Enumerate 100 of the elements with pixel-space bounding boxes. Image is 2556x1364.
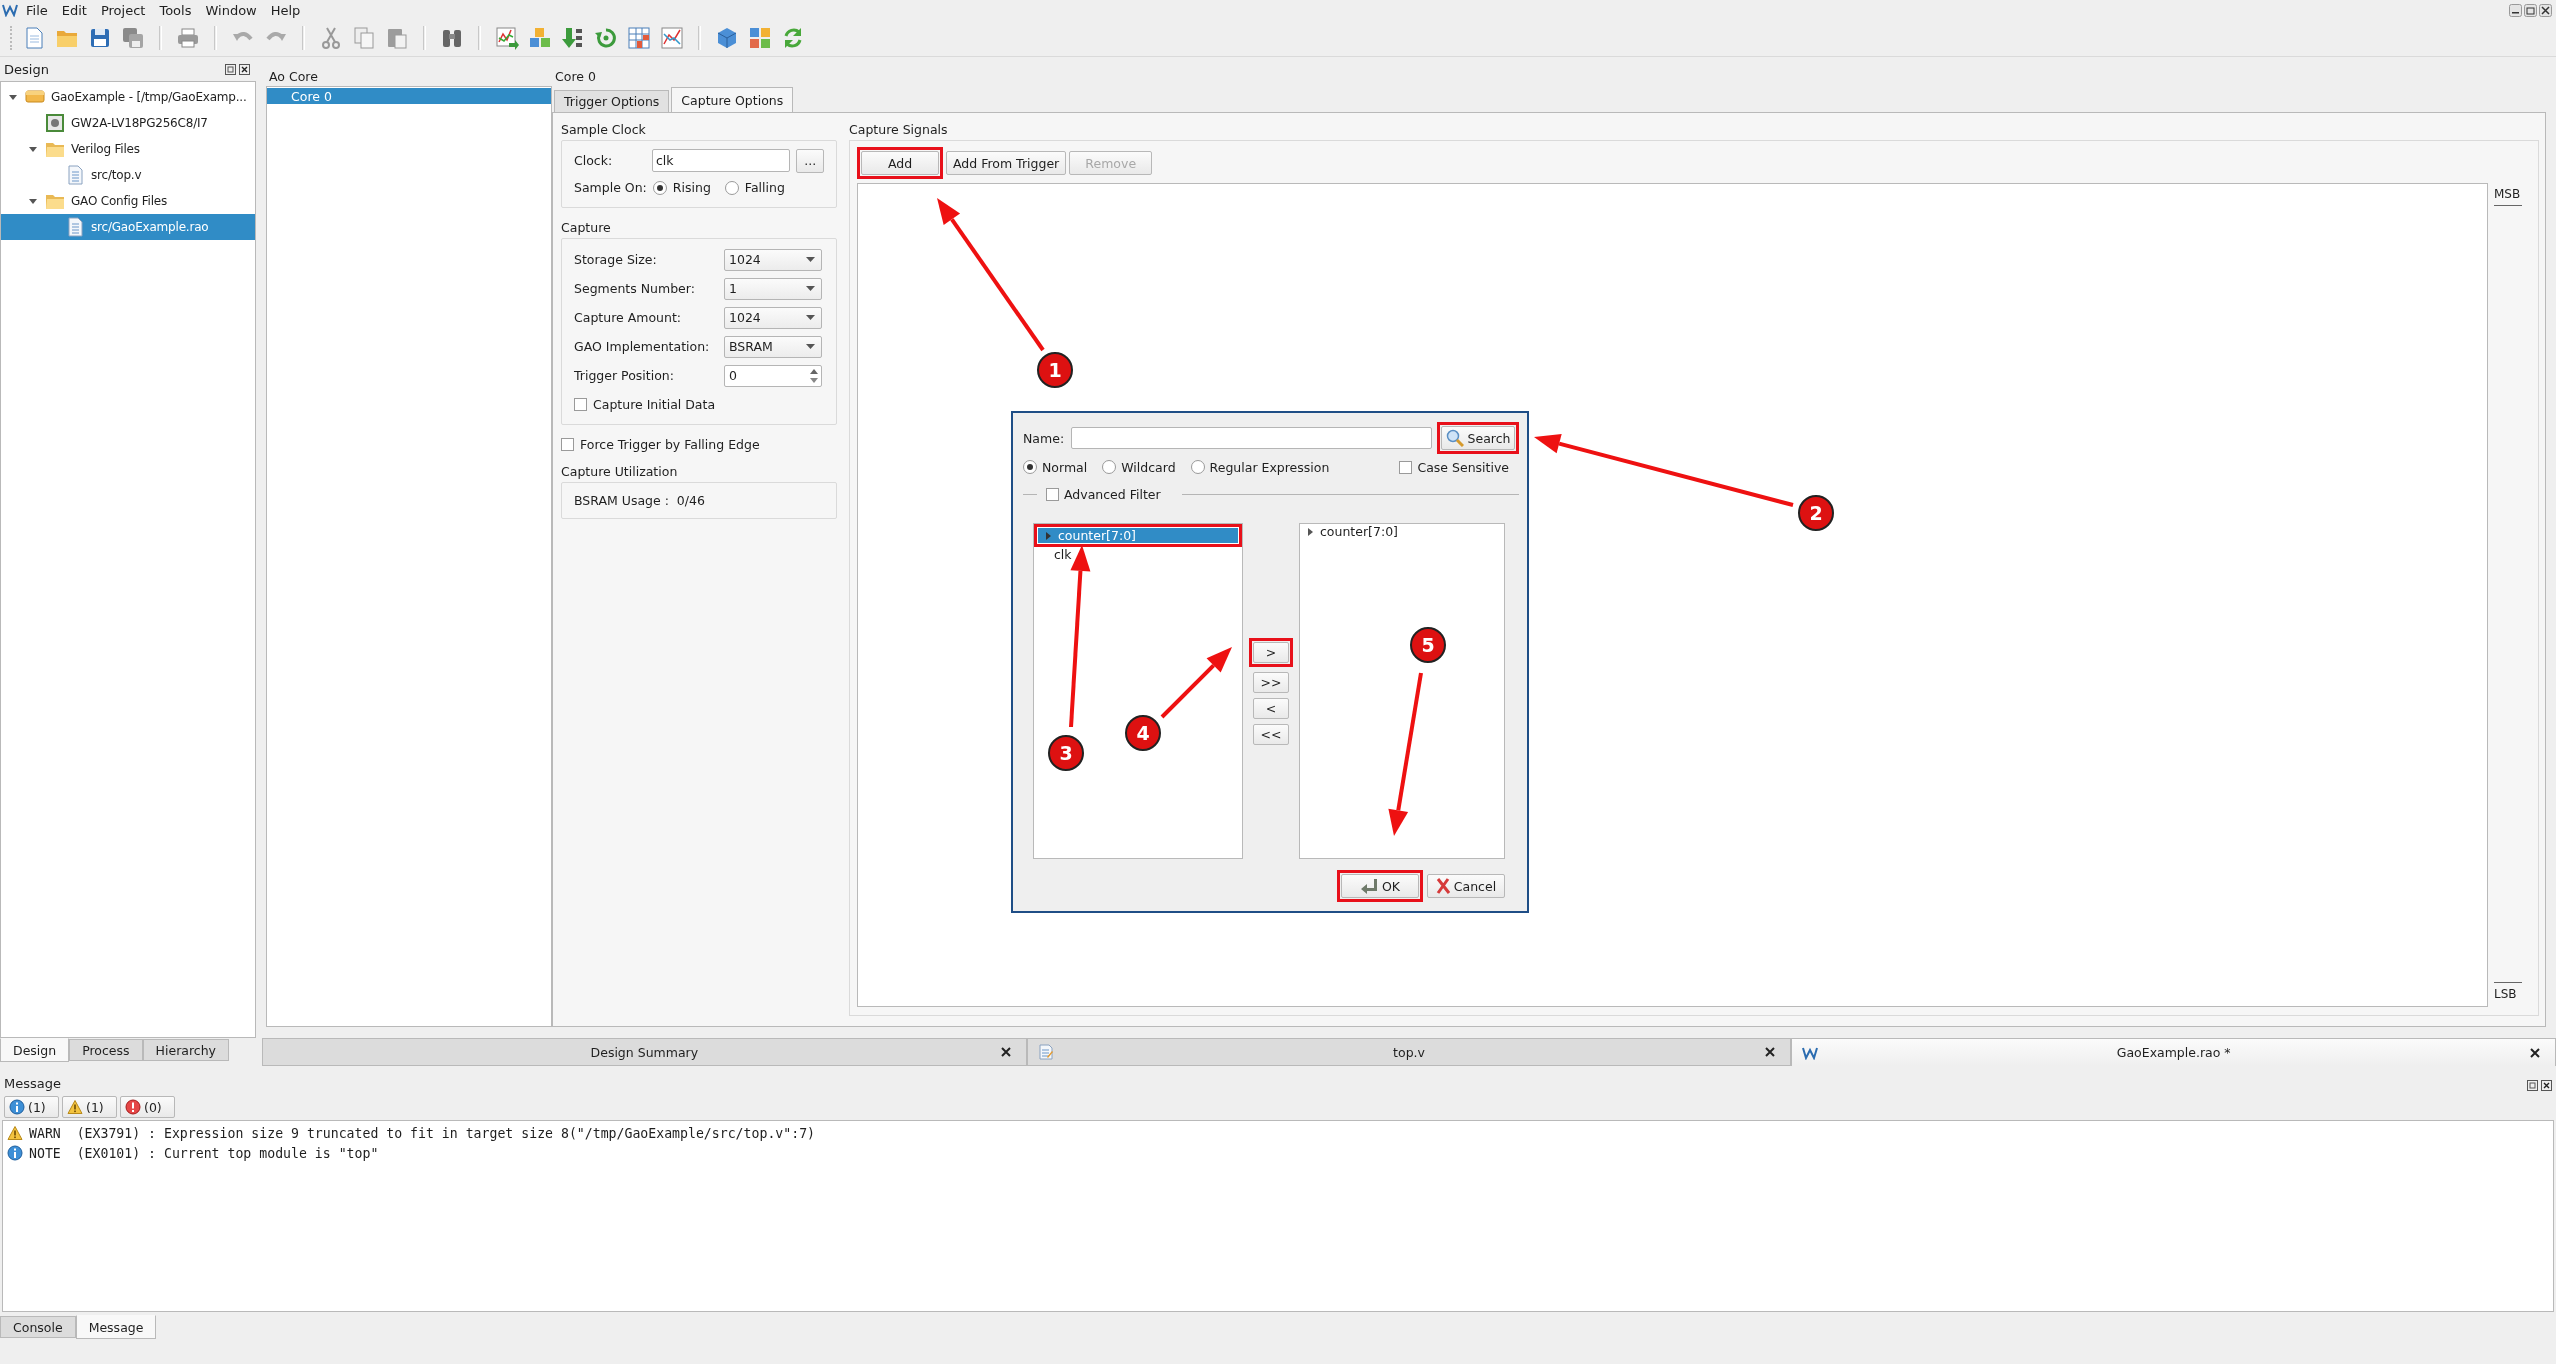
message-text: NOTE (EX0101) : Current top module is "top" — [29, 1145, 379, 1161]
list-item[interactable]: counter[7:0] — [1038, 528, 1238, 543]
tab[interactable]: Design — [0, 1038, 70, 1062]
checkbox[interactable] — [1399, 460, 1413, 474]
loop-icon[interactable] — [594, 26, 618, 50]
expand-caret-icon[interactable] — [1307, 526, 1315, 537]
section-title: Capture — [561, 218, 612, 237]
tree-item[interactable]: Verilog Files — [1, 136, 255, 162]
field-label: Segments Number: — [574, 281, 696, 296]
tab[interactable]: Console — [0, 1316, 76, 1338]
menu-item[interactable]: Edit — [55, 2, 93, 18]
warning-icon — [7, 1125, 23, 1141]
save-icon[interactable] — [88, 26, 112, 50]
text-field[interactable]: clk — [652, 149, 791, 172]
menu-item[interactable]: Tools — [153, 2, 198, 18]
tab[interactable]: Capture Options — [671, 87, 794, 112]
close-icon[interactable] — [2541, 1080, 2552, 1091]
restore-icon[interactable] — [2524, 3, 2537, 17]
cancel-button[interactable]: Cancel — [1427, 874, 1505, 898]
save-all-icon[interactable] — [121, 26, 145, 50]
radio-button[interactable] — [652, 180, 667, 195]
move-button[interactable]: < — [1253, 697, 1289, 719]
field-label: Sample On: — [574, 180, 647, 195]
dropdown[interactable]: 1024 — [724, 306, 822, 329]
paste-icon[interactable] — [385, 26, 409, 50]
caret-icon — [806, 257, 815, 262]
print-icon[interactable] — [176, 26, 200, 50]
tab[interactable]: Trigger Options — [554, 90, 670, 112]
editor-tab[interactable]: GaoExample.rao * — [1791, 1038, 2556, 1066]
dropdown[interactable]: BSRAM — [724, 335, 822, 358]
close-icon[interactable] — [2529, 1046, 2541, 1059]
move-button[interactable]: > — [1253, 641, 1289, 663]
tree-item[interactable]: GAO Config Files — [1, 188, 255, 214]
section-title: Capture Signals — [849, 120, 949, 139]
caret-icon — [806, 315, 815, 320]
document-icon — [65, 165, 85, 185]
tree-item[interactable]: src/top.v — [1, 162, 255, 188]
filter-button[interactable]: (1) — [62, 1096, 117, 1118]
radio-button[interactable] — [1190, 460, 1205, 474]
tree-item[interactable]: GW2A-LV18PG256C8/I7 — [1, 110, 255, 136]
menu-item[interactable]: File — [20, 2, 54, 18]
checkbox[interactable] — [1046, 487, 1059, 501]
list-item[interactable]: counter[7:0] — [1300, 524, 1504, 539]
download-icon[interactable] — [561, 26, 585, 50]
name-field[interactable] — [1071, 427, 1432, 449]
expand-caret-icon[interactable] — [1045, 530, 1053, 541]
cube-icon[interactable] — [715, 26, 739, 50]
dropdown[interactable]: 1 — [724, 277, 822, 300]
list-item[interactable]: clk — [1034, 547, 1242, 562]
msb-label: MSB — [2494, 187, 2522, 201]
close-icon[interactable] — [1764, 1046, 1777, 1058]
field-label: GAO Implementation: — [574, 339, 711, 354]
table-icon[interactable] — [627, 26, 651, 50]
button[interactable]: Add — [861, 151, 939, 175]
ok-button[interactable]: OK — [1341, 874, 1419, 898]
grid-icon[interactable] — [748, 26, 772, 50]
move-button[interactable]: << — [1253, 723, 1289, 745]
radio-label: Normal — [1042, 459, 1088, 475]
editor-tab[interactable]: top.v — [1026, 1038, 1792, 1066]
tab[interactable]: Message — [75, 1315, 157, 1339]
field-label: Name: — [1023, 430, 1065, 446]
tree-item[interactable]: src/GaoExample.rao — [1, 214, 255, 240]
filter-button[interactable]: (1) — [4, 1096, 59, 1118]
checkbox-label: Case Sensitive — [1417, 459, 1509, 475]
filter-button[interactable]: (0) — [120, 1096, 175, 1118]
checkbox[interactable] — [574, 398, 587, 411]
close-icon[interactable] — [239, 63, 250, 75]
dropdown[interactable]: 1024 — [724, 248, 822, 271]
editor-tab[interactable]: Design Summary — [262, 1038, 1027, 1066]
move-button[interactable]: >> — [1253, 671, 1289, 693]
tab[interactable]: Process — [69, 1039, 143, 1061]
menu-item[interactable]: Window — [199, 2, 263, 18]
checkbox[interactable] — [561, 438, 574, 451]
scissors-icon[interactable] — [319, 26, 343, 50]
radio-button[interactable] — [1102, 460, 1117, 474]
minimize-icon[interactable] — [2509, 3, 2522, 17]
radio-button[interactable] — [724, 180, 739, 195]
caret-icon — [806, 344, 815, 349]
list-item[interactable]: Core 0 — [267, 88, 551, 104]
tab[interactable]: Hierarchy — [142, 1039, 229, 1061]
search-button[interactable]: Search — [1441, 426, 1515, 450]
undock-icon[interactable] — [225, 63, 236, 75]
document-icon — [1037, 1044, 1054, 1060]
browse-button[interactable]: ... — [796, 148, 824, 173]
radio-button[interactable] — [1023, 460, 1037, 474]
undock-icon[interactable] — [2527, 1080, 2538, 1091]
spin-box[interactable]: 0 — [724, 364, 822, 387]
caret-icon — [806, 286, 815, 291]
chart-icon[interactable] — [495, 26, 519, 50]
button[interactable]: Add From Trigger — [946, 151, 1067, 175]
graph-icon[interactable] — [660, 26, 684, 50]
cubes-icon[interactable] — [528, 26, 552, 50]
close-icon[interactable] — [2539, 3, 2552, 17]
info-icon — [7, 1145, 23, 1161]
tree-item[interactable]: GaoExample - [/tmp/GaoExamp... — [1, 84, 255, 110]
checkbox-label: Advanced Filter — [1064, 486, 1161, 502]
close-icon[interactable] — [999, 1046, 1012, 1058]
menu-item[interactable]: Help — [264, 2, 307, 18]
menu-item[interactable]: Project — [94, 2, 152, 18]
search-icon — [1445, 429, 1464, 447]
